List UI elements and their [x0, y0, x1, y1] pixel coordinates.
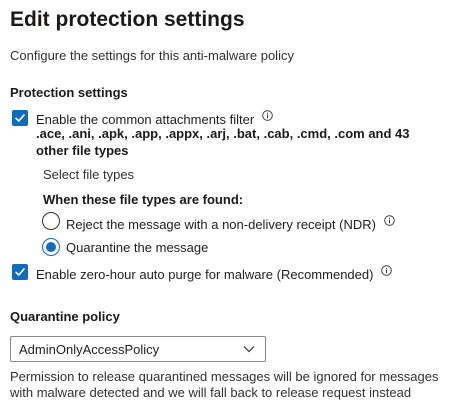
zap-row: Enable zero-hour auto purge for malware … [36, 264, 392, 282]
protection-settings-heading: Protection settings [10, 85, 128, 100]
page-description: Configure the settings for this anti-mal… [10, 48, 294, 63]
quarantine-policy-note: Permission to release quarantined messag… [10, 369, 439, 400]
reject-ndr-label: Reject the message with a non-delivery r… [66, 217, 376, 232]
zap-checkbox[interactable] [12, 264, 28, 280]
reject-ndr-row: Reject the message with a non-delivery r… [66, 214, 395, 232]
page-title: Edit protection settings [10, 8, 245, 31]
quarantine-message-label: Quarantine the message [66, 240, 209, 255]
attachments-filter-checkbox[interactable] [12, 110, 28, 126]
zap-label: Enable zero-hour auto purge for malware … [36, 267, 374, 282]
quarantine-policy-dropdown[interactable]: AdminOnlyAccessPolicy [10, 336, 266, 362]
quarantine-policy-selected: AdminOnlyAccessPolicy [19, 341, 160, 357]
reject-ndr-radio[interactable] [42, 212, 60, 230]
info-icon[interactable] [262, 109, 273, 124]
checkmark-icon [15, 268, 25, 276]
radio-selected-dot [46, 242, 56, 252]
info-icon[interactable] [381, 264, 392, 279]
info-icon[interactable] [383, 214, 395, 229]
when-found-label: When these file types are found: [43, 192, 244, 207]
chevron-down-icon [243, 346, 255, 353]
quarantine-policy-heading: Quarantine policy [10, 309, 120, 324]
select-file-types-link[interactable]: Select file types [43, 167, 134, 182]
quarantine-message-radio[interactable] [42, 238, 60, 256]
checkmark-icon [15, 114, 25, 122]
attachments-file-types: .ace, .ani, .apk, .app, .appx, .arj, .ba… [36, 126, 410, 158]
